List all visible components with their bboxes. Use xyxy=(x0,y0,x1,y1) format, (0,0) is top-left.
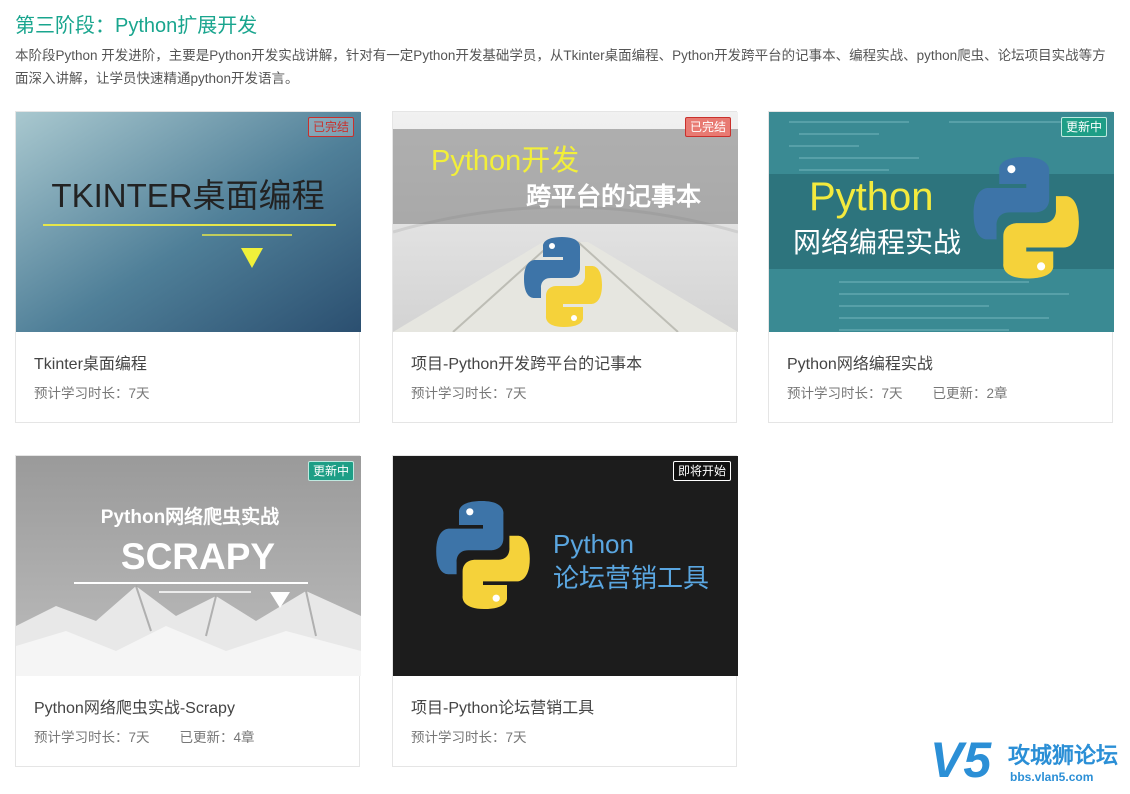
course-meta: 预计学习时长：7天 xyxy=(34,382,150,402)
thumb-text-2: 网络编程实战 xyxy=(793,227,961,258)
course-meta: 预计学习时长：7天 xyxy=(411,382,527,402)
course-card-tkinter[interactable]: TKINTER桌面编程 已完结 Tkinter桌面编程 预计学习时长：7天 xyxy=(15,111,361,423)
course-thumbnail[interactable]: TKINTER桌面编程 xyxy=(16,112,361,332)
course-thumbnail[interactable]: Python开发 跨平台的记事本 xyxy=(393,112,738,332)
course-title[interactable]: 项目-Python开发跨平台的记事本 xyxy=(411,350,642,374)
status-badge: 更新中 xyxy=(307,461,354,481)
course-updated: 已更新：4章 xyxy=(179,730,255,745)
status-badge: 已完结 xyxy=(684,117,731,137)
thumb-text: TKINTER桌面编程 xyxy=(51,177,324,214)
course-card-network[interactable]: Python 网络编程实战 更新中 Python网络编程实战 预计学习时长：7天… xyxy=(768,111,1114,423)
course-updated: 已更新：2章 xyxy=(932,386,1008,401)
course-title[interactable]: Python网络编程实战 xyxy=(787,350,933,374)
status-badge: 更新中 xyxy=(1060,117,1107,137)
course-title[interactable]: Tkinter桌面编程 xyxy=(34,350,147,374)
course-meta: 预计学习时长：7天 已更新：2章 xyxy=(787,382,1008,402)
thumb-text-1: Python网络爬虫实战 xyxy=(101,505,279,528)
watermark-url: bbs.vlan5.com xyxy=(1010,770,1093,784)
stage-title: 第三阶段：Python扩展开发 xyxy=(15,15,258,37)
site-watermark: V5 攻城狮论坛 bbs.vlan5.com xyxy=(928,725,1128,789)
course-thumbnail[interactable]: Python 论坛营销工具 xyxy=(393,456,738,676)
thumb-text-2: 论坛营销工具 xyxy=(553,563,709,593)
watermark-name: 攻城狮论坛 xyxy=(1008,743,1118,768)
v5-logo-icon: V5 xyxy=(930,732,992,788)
course-duration: 预计学习时长：7天 xyxy=(411,386,527,401)
course-duration: 预计学习时长：7天 xyxy=(411,730,527,745)
course-meta: 预计学习时长：7天 已更新：4章 xyxy=(34,726,255,746)
thumb-text-1: Python xyxy=(809,175,934,219)
course-meta: 预计学习时长：7天 xyxy=(411,726,527,746)
thumb-text-2: 跨平台的记事本 xyxy=(526,182,701,211)
course-thumbnail[interactable]: Python网络爬虫实战 SCRAPY xyxy=(16,456,361,676)
course-card-scrapy[interactable]: Python网络爬虫实战 SCRAPY 更新中 Python网络爬虫实战-Scr… xyxy=(15,455,361,767)
course-thumbnail[interactable]: Python 网络编程实战 xyxy=(769,112,1114,332)
course-card-notepad[interactable]: Python开发 跨平台的记事本 已完结 项目-Python开发跨平台的记事本 … xyxy=(392,111,738,423)
course-duration: 预计学习时长：7天 xyxy=(34,386,150,401)
course-card-forum-tool[interactable]: Python 论坛营销工具 即将开始 项目-Python论坛营销工具 预计学习时… xyxy=(392,455,738,767)
thumb-text-1: Python开发 xyxy=(431,144,579,177)
course-title[interactable]: Python网络爬虫实战-Scrapy xyxy=(34,694,235,718)
course-duration: 预计学习时长：7天 xyxy=(787,386,903,401)
status-badge: 已完结 xyxy=(307,117,354,137)
thumb-text-2: SCRAPY xyxy=(121,536,276,577)
course-title[interactable]: 项目-Python论坛营销工具 xyxy=(411,694,594,718)
course-duration: 预计学习时长：7天 xyxy=(34,730,150,745)
status-badge: 即将开始 xyxy=(672,461,731,481)
stage-description: 本阶段Python 开发进阶，主要是Python开发实战讲解，针对有一定Pyth… xyxy=(15,48,1106,86)
thumb-text-1: Python xyxy=(553,529,634,559)
